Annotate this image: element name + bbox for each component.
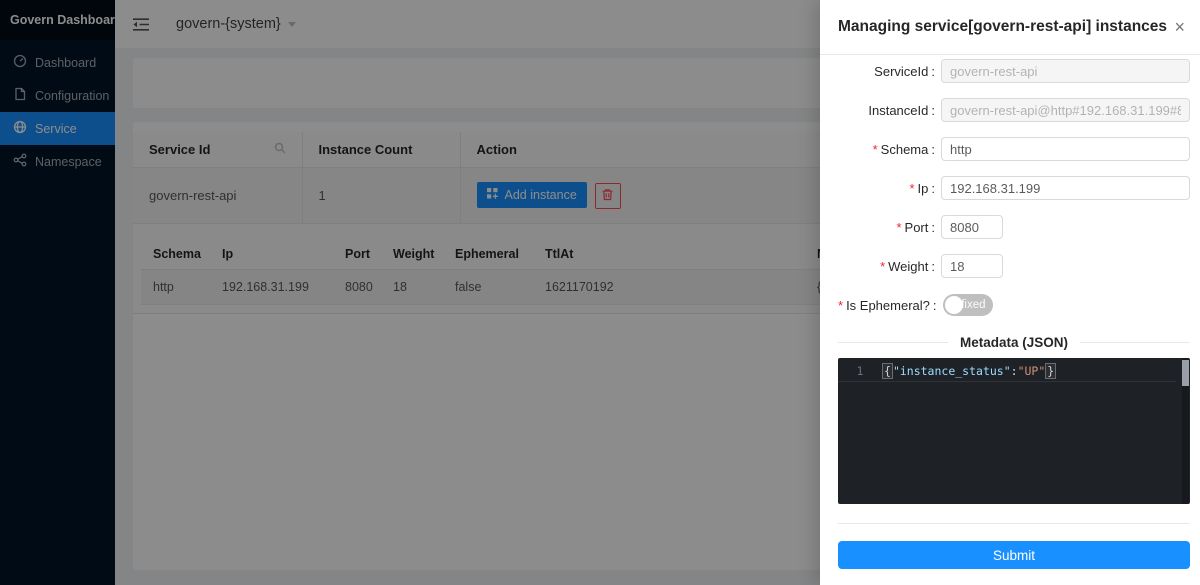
ephemeral-label: *Is Ephemeral? xyxy=(838,298,937,313)
app-root: Govern Dashboard Dashboard Configuration… xyxy=(0,0,1200,585)
manage-instances-drawer: Managing service[govern-rest-api] instan… xyxy=(820,0,1200,585)
required-mark: * xyxy=(838,298,843,313)
line-number: 1 xyxy=(838,364,882,378)
editor-line: 1 {"instance_status":"UP"} xyxy=(838,358,1176,382)
schema-field[interactable] xyxy=(941,137,1190,161)
close-icon[interactable]: × xyxy=(1174,18,1185,36)
required-mark: * xyxy=(909,181,914,196)
port-label: *Port xyxy=(838,220,935,235)
form-row-ephemeral: *Is Ephemeral? fixed xyxy=(838,293,1190,317)
editor-code: {"instance_status":"UP"} xyxy=(882,364,1056,378)
required-mark: * xyxy=(880,259,885,274)
port-field[interactable] xyxy=(941,215,1003,239)
required-mark: * xyxy=(873,142,878,157)
drawer-title: Managing service[govern-rest-api] instan… xyxy=(838,18,1167,36)
ip-field[interactable] xyxy=(941,176,1190,200)
footer-divider xyxy=(838,523,1190,524)
submit-button[interactable]: Submit xyxy=(838,541,1190,569)
instanceid-label: InstanceId xyxy=(838,103,935,118)
schema-label: *Schema xyxy=(838,142,935,157)
serviceid-field xyxy=(941,59,1190,83)
form-row-instanceid: InstanceId xyxy=(838,98,1190,122)
form-row-weight: *Weight xyxy=(838,254,1190,278)
metadata-divider-label: Metadata (JSON) xyxy=(960,335,1068,350)
weight-field[interactable] xyxy=(941,254,1003,278)
drawer-body: ServiceId InstanceId *Schema *Ip *Port * xyxy=(820,55,1200,585)
drawer-header: Managing service[govern-rest-api] instan… xyxy=(820,0,1200,55)
ephemeral-switch[interactable]: fixed xyxy=(943,294,993,316)
instanceid-field xyxy=(941,98,1190,122)
form-row-schema: *Schema xyxy=(838,137,1190,161)
metadata-json-editor[interactable]: 1 {"instance_status":"UP"} xyxy=(838,358,1190,504)
form-row-serviceid: ServiceId xyxy=(838,59,1190,83)
serviceid-label: ServiceId xyxy=(838,64,935,79)
form-row-ip: *Ip xyxy=(838,176,1190,200)
weight-label: *Weight xyxy=(838,259,935,274)
metadata-divider: Metadata (JSON) xyxy=(838,332,1190,352)
drawer-mask[interactable] xyxy=(0,0,820,585)
form-row-port: *Port xyxy=(838,215,1190,239)
editor-scrollbar-thumb[interactable] xyxy=(1182,360,1189,386)
switch-off-label: fixed xyxy=(961,299,985,311)
ip-label: *Ip xyxy=(838,181,935,196)
required-mark: * xyxy=(896,220,901,235)
